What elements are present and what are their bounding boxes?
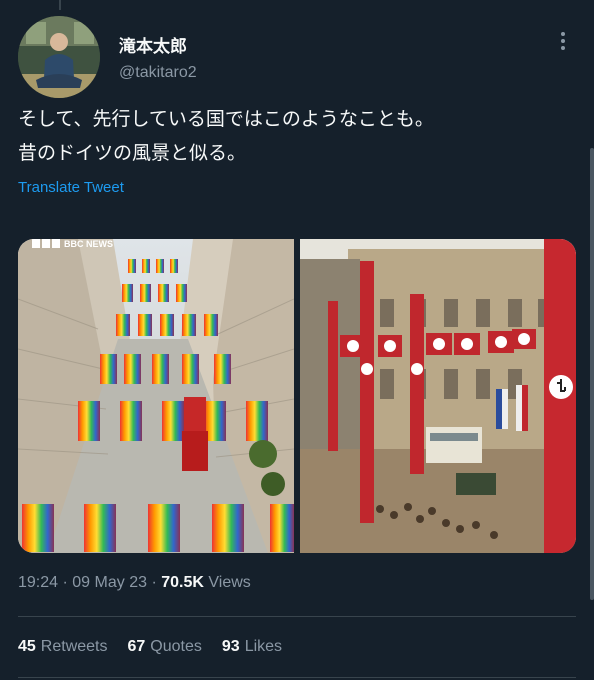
tweet-time[interactable]: 19:24 xyxy=(18,574,58,591)
retweets-label: Retweets xyxy=(40,638,108,655)
more-options-button[interactable] xyxy=(552,28,574,54)
tweet-line: 昔のドイツの風景と似る。 xyxy=(18,142,247,164)
translate-tweet-link[interactable]: Translate Tweet xyxy=(18,179,124,196)
views-label: Views xyxy=(208,574,251,591)
avatar[interactable] xyxy=(18,16,100,98)
likes-label: Likes xyxy=(244,638,283,655)
thread-line xyxy=(59,0,61,10)
engagement-stats: 45 Retweets 67 Quotes 93 Likes xyxy=(18,638,282,656)
user-handle[interactable]: @takitaro2 xyxy=(119,64,197,82)
display-name[interactable]: 滝本太郎 xyxy=(119,32,187,57)
quotes-link[interactable]: 67 Quotes xyxy=(128,638,202,656)
likes-count: 93 xyxy=(221,638,240,655)
quotes-count: 67 xyxy=(127,638,146,655)
tweet-media[interactable]: BBC NEWS xyxy=(18,239,576,553)
meta-separator: · xyxy=(151,574,157,591)
bbc-news-watermark: BBC NEWS xyxy=(64,239,113,249)
quotes-label: Quotes xyxy=(150,638,202,655)
likes-link[interactable]: 93 Likes xyxy=(222,638,282,656)
avatar-image xyxy=(18,16,100,98)
tweet-line: そして、先行している国ではこのようなことも。 xyxy=(18,108,434,130)
retweets-link[interactable]: 45 Retweets xyxy=(18,638,108,656)
divider xyxy=(18,616,576,617)
media-image-right[interactable] xyxy=(300,239,576,553)
divider xyxy=(18,677,576,678)
media-image-left[interactable]: BBC NEWS xyxy=(18,239,294,553)
retweets-count: 45 xyxy=(18,638,36,655)
tweet-text: そして、先行している国ではこのようなことも。 昔のドイツの風景と似る。 xyxy=(18,102,578,170)
scrollbar[interactable] xyxy=(590,148,594,600)
more-options-icon xyxy=(561,32,565,36)
views-count: 70.5K xyxy=(161,574,204,591)
tweet-date[interactable]: 09 May 23 xyxy=(72,574,147,591)
meta-separator: · xyxy=(62,574,68,591)
tweet-meta: 19:24 · 09 May 23 · 70.5K Views xyxy=(18,574,251,592)
